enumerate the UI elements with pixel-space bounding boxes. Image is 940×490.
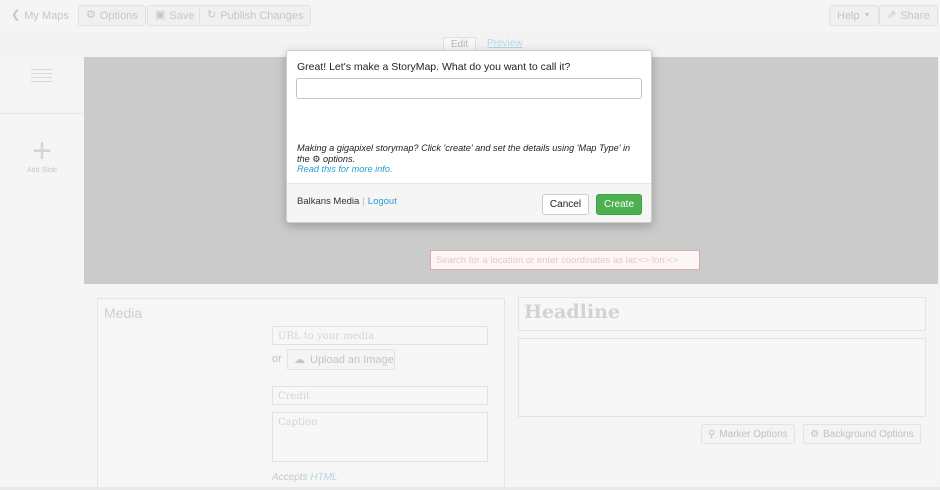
floppy-disk-icon: ▣ bbox=[155, 9, 166, 21]
accepts-note: Accepts HTML bbox=[272, 472, 338, 483]
account-name: Balkans Media bbox=[297, 196, 360, 207]
slide-sidebar: + Add Slide bbox=[0, 57, 84, 490]
or-label: or bbox=[272, 353, 282, 365]
background-options-button[interactable]: ⚙ Background Options bbox=[803, 424, 921, 444]
gear-icon: ⚙ bbox=[810, 428, 819, 440]
headline-input[interactable]: Headline bbox=[518, 297, 926, 331]
cloud-upload-icon: ☁ bbox=[294, 354, 305, 366]
storymap-name-input[interactable] bbox=[296, 78, 642, 99]
dialog-footer: Balkans Media | Logout Cancel Create bbox=[287, 183, 651, 222]
share-icon: ⇗ bbox=[887, 9, 897, 21]
publish-changes-button[interactable]: ↻ Publish Changes bbox=[199, 5, 312, 26]
tab-preview[interactable]: Preview bbox=[487, 37, 523, 50]
share-button[interactable]: ⇗ Share bbox=[879, 5, 938, 26]
slide-thumbnail[interactable] bbox=[31, 69, 52, 83]
gear-icon: ⚙ bbox=[86, 9, 96, 21]
slide-text-area[interactable] bbox=[518, 338, 926, 417]
create-button[interactable]: Create bbox=[596, 194, 642, 215]
map-marker-icon: ⚲ bbox=[708, 428, 716, 440]
caption-textarea[interactable]: Caption bbox=[272, 412, 488, 462]
help-button[interactable]: Help ▼ bbox=[829, 5, 879, 26]
location-search-input[interactable]: Search for a location or enter coordinat… bbox=[430, 250, 700, 270]
account-info: Balkans Media | Logout bbox=[297, 196, 397, 207]
cancel-button[interactable]: Cancel bbox=[542, 194, 589, 215]
gigapixel-hint: Making a gigapixel storymap? Click 'crea… bbox=[297, 143, 631, 164]
options-button[interactable]: ⚙ Options bbox=[78, 5, 146, 26]
upload-image-button[interactable]: ☁ Upload an Image bbox=[287, 349, 395, 370]
top-toolbar: ❮ My Maps ⚙ Options ▣ Save ↻ Publish Cha… bbox=[0, 0, 940, 32]
logout-link[interactable]: Logout bbox=[368, 196, 397, 207]
sidebar-divider bbox=[0, 113, 84, 114]
media-title: Media bbox=[104, 305, 143, 321]
gear-icon: ⚙ bbox=[312, 154, 321, 164]
refresh-icon: ↻ bbox=[207, 9, 217, 21]
dialog-question: Great! Let's make a StoryMap. What do yo… bbox=[297, 61, 571, 73]
credit-input[interactable]: Credit bbox=[272, 386, 488, 405]
media-url-input[interactable]: URL to your media bbox=[272, 326, 488, 345]
add-slide-button[interactable]: + Add Slide bbox=[14, 132, 70, 174]
marker-options-button[interactable]: ⚲ Marker Options bbox=[701, 424, 795, 444]
create-storymap-dialog: Great! Let's make a StoryMap. What do yo… bbox=[286, 50, 652, 223]
chevron-left-icon: ❮ bbox=[11, 9, 21, 21]
html-link[interactable]: HTML bbox=[310, 472, 337, 483]
my-maps-button[interactable]: ❮ My Maps bbox=[4, 5, 76, 26]
save-button[interactable]: ▣ Save bbox=[147, 5, 203, 26]
caret-down-icon: ▼ bbox=[863, 12, 871, 19]
more-info-link[interactable]: Read this for more info. bbox=[297, 164, 393, 174]
plus-icon: + bbox=[32, 132, 52, 170]
